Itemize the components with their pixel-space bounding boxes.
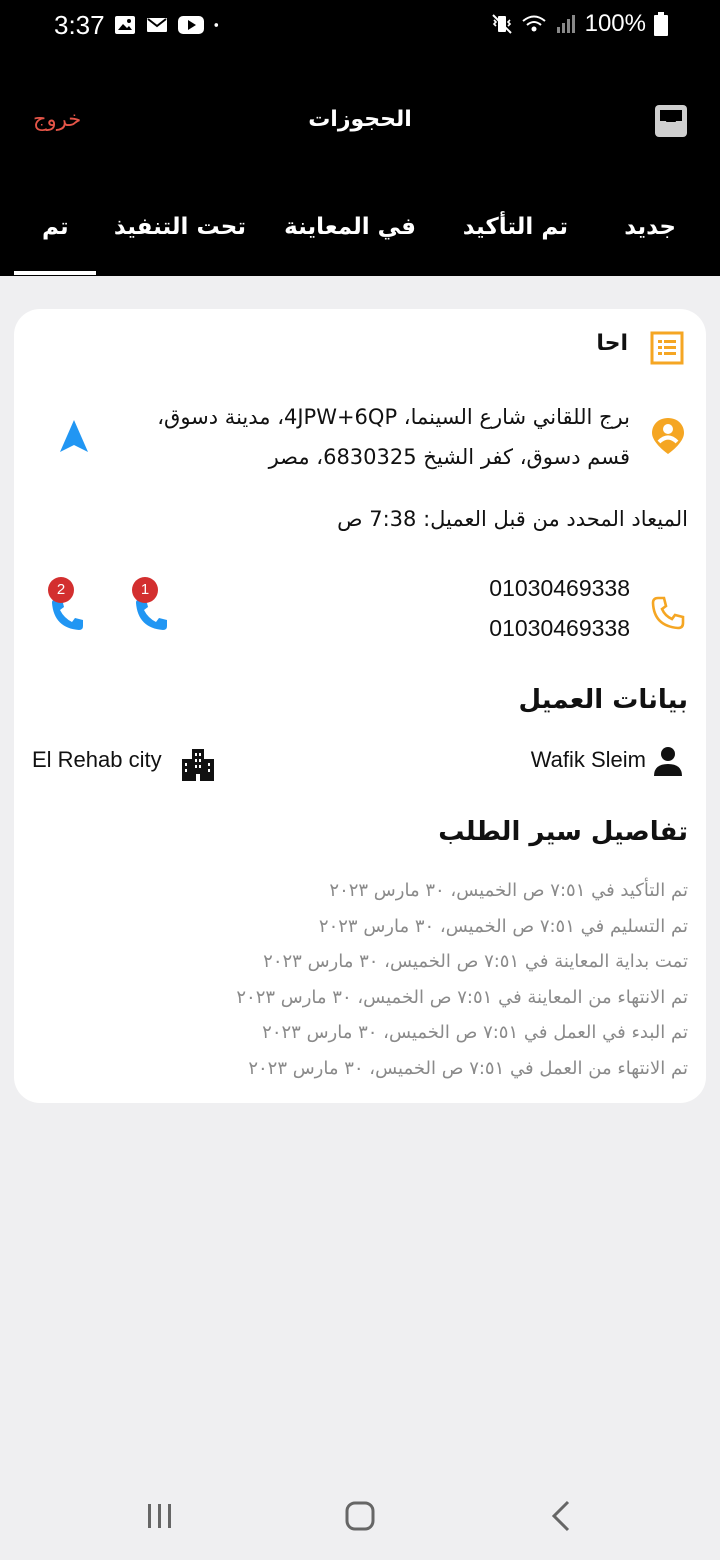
order-timeline: تم التأكيد في ٧:٥١ ص الخميس، ٣٠ مارس ٢٠٢… [88, 873, 688, 1086]
app-bar: خروج الحجوزات جديد تم التأكيد في المعاين… [0, 54, 720, 276]
home-icon[interactable] [340, 1496, 380, 1536]
tab-done[interactable]: تم [42, 214, 69, 240]
timeline-item: تمت بداية المعاينة في ٧:٥١ ص الخميس، ٣٠ … [263, 951, 688, 972]
vibrate-icon [491, 14, 512, 34]
call-button-2[interactable]: 2 [46, 577, 92, 637]
signal-icon [556, 15, 575, 33]
battery-percent: 100% [584, 10, 646, 37]
person-icon [654, 747, 682, 776]
tab-bar: جديد تم التأكيد في المعاينة تحت التنفيذ … [0, 214, 720, 276]
booking-address: برج اللقاني شارع السينما، 4JPW+6QP، مدين… [157, 405, 630, 469]
city-icon [182, 749, 214, 781]
tab-confirmed[interactable]: تم التأكيد [463, 214, 568, 240]
list-icon [650, 331, 684, 365]
timeline-item: تم الانتهاء من العمل في ٧:٥١ ص الخميس، ٣… [248, 1057, 688, 1079]
status-time: 3:37 [54, 10, 105, 40]
phone-number-2[interactable]: 01030469338 [489, 615, 630, 642]
call-badge-2: 2 [48, 577, 74, 603]
customer-name: Wafik Sleim [530, 747, 646, 772]
phone-number-1[interactable]: 01030469338 [489, 575, 630, 602]
navigation-icon[interactable] [58, 419, 90, 453]
timeline-item: تم التسليم في ٧:٥١ ص الخميس، ٣٠ مارس ٢٠٢… [318, 915, 688, 937]
booking-title: احا [596, 331, 628, 356]
call-button-1[interactable]: 1 [130, 577, 176, 637]
appointment-time: الميعاد المحدد من قبل العميل: 7:38 ص [337, 507, 688, 531]
status-icons-left [114, 14, 224, 36]
tab-in-progress[interactable]: تحت التنفيذ [114, 214, 246, 240]
status-bar: 3:37 100% [0, 0, 720, 54]
email-icon [147, 18, 167, 32]
timeline-title: تفاصيل سير الطلب [438, 817, 688, 847]
recents-icon[interactable] [140, 1496, 180, 1536]
back-icon[interactable] [542, 1496, 582, 1536]
dot-icon [214, 23, 219, 27]
tab-new[interactable]: جديد [624, 214, 676, 240]
booking-card[interactable]: احا برج اللقاني شارع السينما، 4JPW+6QP، … [14, 309, 706, 1103]
timeline-item: تم الانتهاء من المعاينة في ٧:٥١ ص الخميس… [236, 986, 688, 1008]
customer-city: El Rehab city [32, 747, 162, 772]
customer-section-title: بيانات العميل [518, 685, 688, 715]
tab-indicator [14, 271, 96, 275]
phone-icon [651, 596, 685, 630]
gallery-icon [115, 16, 135, 34]
inbox-icon[interactable] [654, 104, 688, 138]
person-pin-icon [652, 418, 684, 454]
tab-inspection[interactable]: في المعاينة [284, 214, 416, 240]
system-nav-bar [0, 1478, 720, 1560]
call-badge-1: 1 [132, 577, 158, 603]
timeline-item: تم التأكيد في ٧:٥١ ص الخميس، ٣٠ مارس ٢٠٢… [329, 880, 688, 901]
status-icons-right: 100% [491, 10, 668, 38]
page-title: الحجوزات [308, 107, 412, 132]
wifi-icon [521, 15, 546, 32]
youtube-icon [178, 16, 204, 34]
timeline-item: تم البدء في العمل في ٧:٥١ ص الخميس، ٣٠ م… [262, 1022, 688, 1043]
battery-icon [654, 12, 668, 36]
